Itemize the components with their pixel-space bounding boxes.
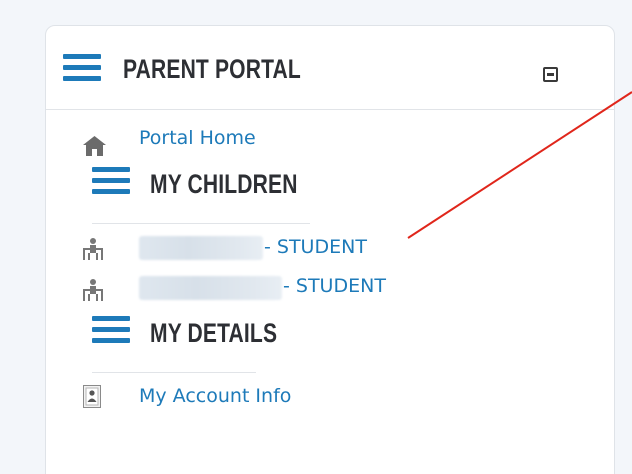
canvas: PARENT PORTAL Portal Home MY CHILDREN - … <box>0 0 632 474</box>
annotation-arrow <box>407 91 632 239</box>
